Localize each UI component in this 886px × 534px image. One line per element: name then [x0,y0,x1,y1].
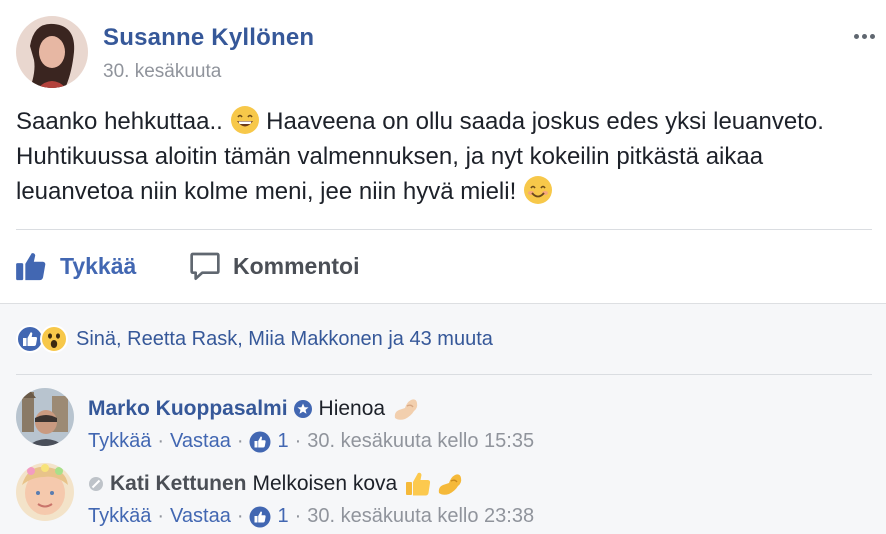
speech-bubble-icon [190,252,220,280]
comment-like-count[interactable]: 1 [277,505,288,528]
commenter-name[interactable]: Marko Kuoppasalmi [88,397,288,421]
comment-meta: Tykkää · Vastaa · 1 · 30. kesäkuuta kell… [88,505,534,528]
separator: · [294,430,302,452]
comment-timestamp[interactable]: 30. kesäkuuta kello 23:38 [307,505,534,528]
post-actions: Tykkää Kommentoi [0,240,886,292]
divider [16,374,872,375]
smiling-face-icon [523,176,552,204]
comment-label: Kommentoi [233,252,360,279]
commenter-name[interactable]: Kati Kettunen [110,472,247,496]
comment-like-link[interactable]: Tykkää [88,505,151,528]
post-text-part1: Saanko hehkuttaa.. [16,108,230,135]
like-count-icon[interactable] [249,506,271,528]
separator: · [236,505,244,527]
comment-line: Marko Kuoppasalmi Hienoa [88,394,421,424]
social-section: Sinä, Reetta Rask, Miia Makkonen ja 43 m… [0,303,886,534]
post-date[interactable]: 30. kesäkuuta [103,61,221,83]
like-count-icon[interactable] [249,431,271,453]
flexed-biceps-icon [439,474,462,495]
post-text: Saanko hehkuttaa.. Haaveena on ollu saad… [16,104,866,209]
separator: · [157,505,165,527]
badge-icon [89,477,103,491]
thumbs-up-icon [16,253,46,281]
comment-text: Melkoisen kova [252,472,398,495]
separator: · [236,430,244,452]
comment-item: Marko Kuoppasalmi Hienoa Tykkää · Vastaa… [16,388,876,458]
comment-item: Kati Kettunen Melkoisen kova Tykkää · Va… [16,463,876,533]
comment-like-link[interactable]: Tykkää [88,430,151,453]
post-author-name[interactable]: Susanne Kyllönen [103,24,314,52]
comment-text: Hienoa [318,397,386,420]
separator: · [294,505,302,527]
wow-reaction-icon [40,325,68,353]
author-avatar[interactable] [16,16,88,88]
reactions-summary[interactable]: Sinä, Reetta Rask, Miia Makkonen ja 43 m… [16,324,493,354]
like-button[interactable]: Tykkää [14,240,136,292]
thumbs-up-emoji-icon [406,472,431,496]
commenter-avatar[interactable] [16,463,74,521]
commenter-avatar[interactable] [16,388,74,446]
more-options-icon[interactable] [852,22,876,45]
comment-reply-link[interactable]: Vastaa [170,430,231,453]
divider [16,229,872,230]
separator: · [157,430,165,452]
post-card: Susanne Kyllönen 30. kesäkuuta Saanko he… [0,0,886,303]
grinning-face-icon [230,106,259,134]
comment-timestamp[interactable]: 30. kesäkuuta kello 15:35 [307,430,534,453]
flexed-biceps-icon [394,399,418,420]
comment-meta: Tykkää · Vastaa · 1 · 30. kesäkuuta kell… [88,430,534,453]
verified-badge-icon [293,400,312,418]
like-label: Tykkää [60,252,137,279]
comment-reply-link[interactable]: Vastaa [170,505,231,528]
comment-button[interactable]: Kommentoi [189,240,360,292]
comment-like-count[interactable]: 1 [277,430,288,453]
comment-line: Kati Kettunen Melkoisen kova [88,469,465,499]
reaction-names[interactable]: Sinä, Reetta Rask, Miia Makkonen ja 43 m… [76,328,493,351]
